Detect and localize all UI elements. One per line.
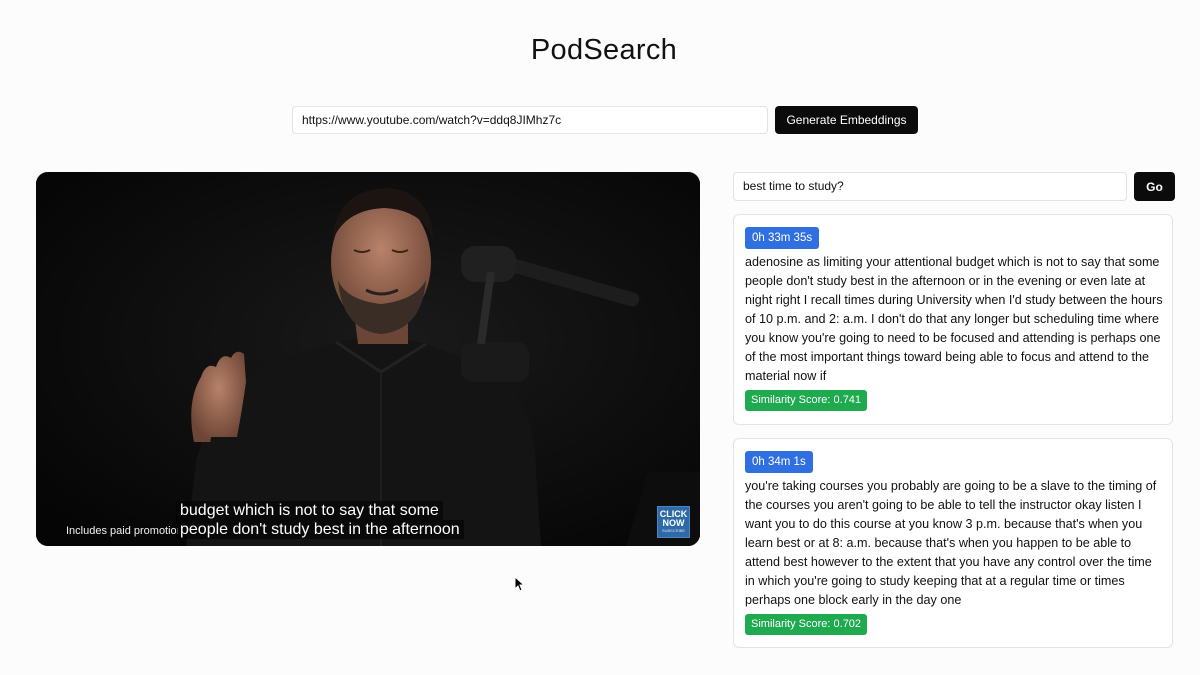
video-caption: budget which is not to say that some peo… — [176, 501, 464, 539]
video-url-input[interactable]: https://www.youtube.com/watch?v=ddq8JIMh… — [292, 106, 768, 134]
search-input[interactable]: best time to study? — [733, 172, 1127, 201]
go-button[interactable]: Go — [1134, 172, 1175, 201]
generate-embeddings-button[interactable]: Generate Embeddings — [775, 106, 918, 134]
result-text: you're taking courses you probably are g… — [745, 479, 1157, 607]
result-text: adenosine as limiting your attentional b… — [745, 255, 1163, 383]
paid-promotion-label: Includes paid promotion — [66, 525, 178, 537]
timestamp-badge[interactable]: 0h 34m 1s — [745, 451, 813, 473]
caption-line-2: people don't study best in the afternoon — [176, 520, 464, 539]
video-player[interactable]: Includes paid promotion budget which is … — [36, 172, 700, 546]
caption-line-1: budget which is not to say that some — [176, 501, 443, 520]
timestamp-badge[interactable]: 0h 33m 35s — [745, 227, 820, 249]
video-frame — [36, 172, 700, 546]
result-card: 0h 34m 1s you're taking courses you prob… — [733, 438, 1173, 648]
subscribe-badge-line2: NOW — [662, 518, 685, 528]
subscribe-badge-sub: SUBSCRIBE — [661, 528, 686, 533]
mouse-cursor-icon — [514, 576, 524, 592]
result-card: 0h 33m 35s adenosine as limiting your at… — [733, 214, 1173, 425]
app-title: PodSearch — [530, 34, 678, 66]
page: PodSearch https://www.youtube.com/watch?… — [0, 0, 1200, 675]
subscribe-badge[interactable]: CLICK NOW SUBSCRIBE — [657, 506, 690, 538]
similarity-score-badge: Similarity Score: 0.702 — [745, 614, 868, 635]
similarity-score-badge: Similarity Score: 0.741 — [745, 390, 868, 411]
